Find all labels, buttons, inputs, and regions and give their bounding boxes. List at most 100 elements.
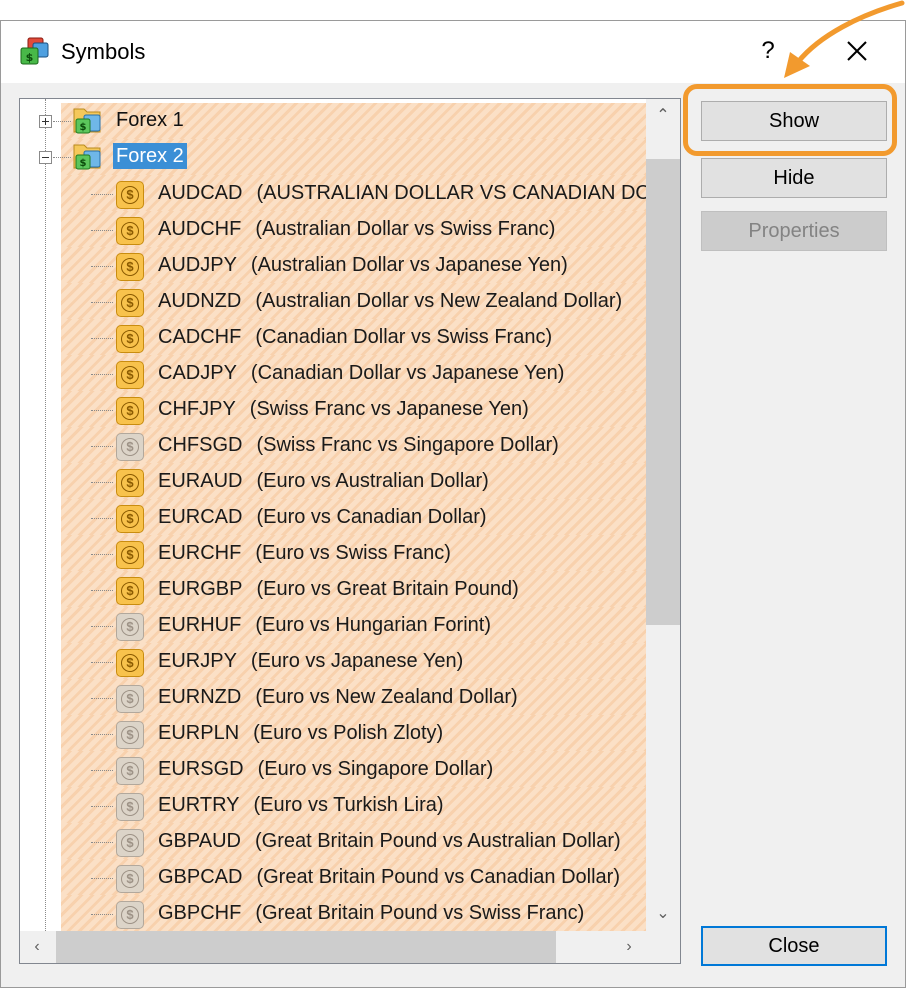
symbol-row-euraud[interactable]: $ EURAUD (Euro vs Australian Dollar) (20, 463, 646, 499)
symbol-label: EURCAD (Euro vs Canadian Dollar) (158, 504, 487, 530)
symbol-description: (Euro vs Swiss Franc) (255, 542, 451, 564)
dollar-symbol-icon: $ (116, 721, 144, 749)
symbol-row-gbpaud[interactable]: $ GBPAUD (Great Britain Pound vs Australia… (20, 823, 646, 859)
tree-connector (91, 518, 113, 519)
tree-folder-1[interactable]: $ Forex 2 (20, 139, 646, 175)
dollar-symbol-icon: $ (116, 865, 144, 893)
tree-connector (91, 590, 113, 591)
symbol-label: EURSGD (Euro vs Singapore Dollar) (158, 756, 493, 782)
horizontal-scrollbar[interactable]: ‹ › (20, 931, 646, 963)
collapse-icon[interactable] (39, 151, 52, 164)
symbol-code: GBPCHF (158, 902, 242, 924)
scroll-right-icon[interactable]: › (612, 930, 646, 963)
tree-connector (91, 410, 113, 411)
symbol-code: CHFJPY (158, 398, 236, 420)
expand-icon[interactable] (39, 115, 52, 128)
scroll-left-icon[interactable]: ‹ (20, 930, 54, 963)
close-button[interactable]: Close (701, 926, 887, 966)
vertical-scroll-thumb[interactable] (646, 159, 680, 625)
symbol-label: EURJPY (Euro vs Japanese Yen) (158, 648, 463, 674)
symbol-row-cadjpy[interactable]: $ CADJPY (Canadian Dollar vs Japanese Yen) (20, 355, 646, 391)
dollar-symbol-icon: $ (116, 505, 144, 533)
symbol-label: CHFJPY (Swiss Franc vs Japanese Yen) (158, 396, 529, 422)
tree-connector (91, 842, 113, 843)
dollar-symbol-icon: $ (116, 685, 144, 713)
symbol-row-audcad[interactable]: $ AUDCAD (AUSTRALIAN DOLLAR VS CANADIAN DO… (20, 175, 646, 211)
symbol-label: EURTRY (Euro vs Turkish Lira) (158, 792, 444, 818)
dollar-symbol-icon: $ (116, 613, 144, 641)
tree-connector (91, 338, 113, 339)
symbol-label: AUDCAD (AUSTRALIAN DOLLAR VS CANADIAN DOL… (158, 180, 646, 206)
symbol-code: EURSGD (158, 758, 244, 780)
symbol-code: EURGBP (158, 578, 243, 600)
tree-connector (91, 698, 113, 699)
symbol-description: (Euro vs Hungarian Forint) (255, 614, 491, 636)
tree-connector (91, 554, 113, 555)
tree-connector (91, 194, 113, 195)
dollar-symbol-icon: $ (116, 829, 144, 857)
dollar-symbol-icon: $ (116, 181, 144, 209)
symbol-description: (Euro vs New Zealand Dollar) (255, 686, 518, 708)
svg-text:$: $ (26, 51, 34, 64)
dollar-symbol-icon: $ (116, 253, 144, 281)
tree-connector (91, 446, 113, 447)
symbol-row-eurtry[interactable]: $ EURTRY (Euro vs Turkish Lira) (20, 787, 646, 823)
scroll-down-icon[interactable]: ⌄ (646, 897, 680, 931)
symbol-label: CADCHF (Canadian Dollar vs Swiss Franc) (158, 324, 552, 350)
tree-connector (53, 121, 71, 122)
symbol-row-eurpln[interactable]: $ EURPLN (Euro vs Polish Zloty) (20, 715, 646, 751)
properties-button: Properties (701, 211, 887, 251)
symbol-description: (Australian Dollar vs New Zealand Dollar… (255, 290, 623, 312)
symbol-code: EURCHF (158, 542, 242, 564)
vertical-scrollbar[interactable]: ⌃ ⌄ (646, 99, 680, 931)
symbol-row-chfjpy[interactable]: $ CHFJPY (Swiss Franc vs Japanese Yen) (20, 391, 646, 427)
symbol-row-chfsgd[interactable]: $ CHFSGD (Swiss Franc vs Singapore Dollar) (20, 427, 646, 463)
symbol-code: GBPCAD (158, 866, 243, 888)
tree-connector (91, 230, 113, 231)
dollar-symbol-icon: $ (116, 325, 144, 353)
symbol-row-eurnzd[interactable]: $ EURNZD (Euro vs New Zealand Dollar) (20, 679, 646, 715)
tree-connector (91, 266, 113, 267)
symbol-row-eurgbp[interactable]: $ EURGBP (Euro vs Great Britain Pound) (20, 571, 646, 607)
symbol-row-eurchf[interactable]: $ EURCHF (Euro vs Swiss Franc) (20, 535, 646, 571)
svg-text:$: $ (80, 122, 87, 133)
symbol-code: EURCAD (158, 506, 243, 528)
symbol-row-cadchf[interactable]: $ CADCHF (Canadian Dollar vs Swiss Franc) (20, 319, 646, 355)
scroll-up-icon[interactable]: ⌃ (646, 99, 680, 133)
symbol-description: (Euro vs Singapore Dollar) (257, 758, 494, 780)
symbol-description: (Euro vs Canadian Dollar) (256, 506, 487, 528)
symbol-row-eurjpy[interactable]: $ EURJPY (Euro vs Japanese Yen) (20, 643, 646, 679)
window-title: Symbols (61, 39, 146, 64)
symbol-row-eurcad[interactable]: $ EURCAD (Euro vs Canadian Dollar) (20, 499, 646, 535)
symbols-app-icon: $ (20, 37, 49, 65)
symbol-row-audchf[interactable]: $ AUDCHF (Australian Dollar vs Swiss Franc… (20, 211, 646, 247)
symbol-row-gbpchf[interactable]: $ GBPCHF (Great Britain Pound vs Swiss Fra… (20, 895, 646, 931)
symbol-label: EURGBP (Euro vs Great Britain Pound) (158, 576, 519, 602)
tree-connector (91, 878, 113, 879)
tree-connector (91, 374, 113, 375)
symbol-row-eursgd[interactable]: $ EURSGD (Euro vs Singapore Dollar) (20, 751, 646, 787)
symbol-description: (AUSTRALIAN DOLLAR VS CANADIAN DOLLAR) (256, 182, 646, 204)
symbol-code: CADJPY (158, 362, 237, 384)
symbol-row-eurhuf[interactable]: $ EURHUF (Euro vs Hungarian Forint) (20, 607, 646, 643)
dollar-symbol-icon: $ (116, 649, 144, 677)
symbol-code: EURTRY (158, 794, 240, 816)
tree-connector (91, 482, 113, 483)
hide-button[interactable]: Hide (701, 158, 887, 198)
symbol-description: (Euro vs Polish Zloty) (253, 722, 444, 744)
show-button-highlight (683, 84, 897, 156)
symbol-code: AUDCHF (158, 218, 242, 240)
horizontal-scroll-thumb[interactable] (56, 931, 556, 963)
symbol-code: AUDJPY (158, 254, 237, 276)
folder-label: Forex 1 (116, 109, 184, 131)
symbol-row-audjpy[interactable]: $ AUDJPY (Australian Dollar vs Japanese Ye… (20, 247, 646, 283)
symbol-label: AUDNZD (Australian Dollar vs New Zealand … (158, 288, 622, 314)
dollar-symbol-icon: $ (116, 541, 144, 569)
symbol-description: (Australian Dollar vs Swiss Franc) (255, 218, 556, 240)
symbol-label: GBPCAD (Great Britain Pound vs Canadian D… (158, 864, 620, 890)
symbol-row-gbpcad[interactable]: $ GBPCAD (Great Britain Pound vs Canadian … (20, 859, 646, 895)
symbol-label: GBPAUD (Great Britain Pound vs Australian… (158, 828, 621, 854)
tree-folder-0[interactable]: $ Forex 1 (20, 103, 646, 139)
symbol-code: CADCHF (158, 326, 242, 348)
symbol-row-audnzd[interactable]: $ AUDNZD (Australian Dollar vs New Zealand… (20, 283, 646, 319)
